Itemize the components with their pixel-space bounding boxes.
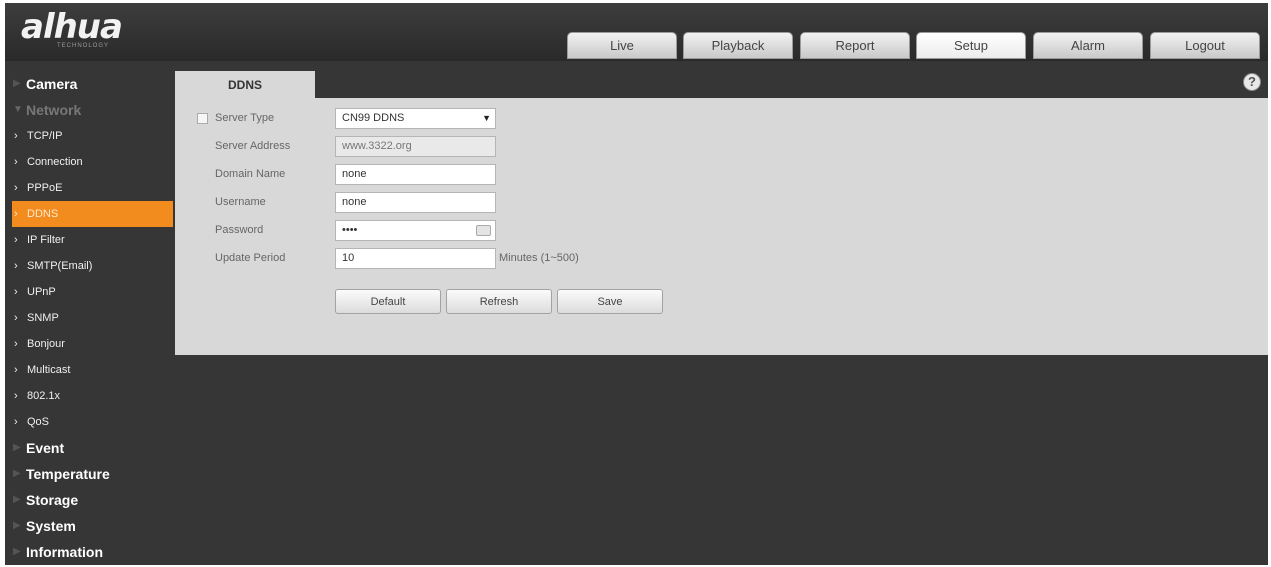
chevron-down-icon: ▼ (482, 113, 491, 123)
chevron-right-icon: › (14, 286, 18, 298)
password-value: •••• (342, 224, 358, 236)
triangle-right-icon: ▶ (13, 520, 21, 531)
sidebar-item-label: Connection (27, 156, 83, 168)
sidebar-item-bonjour[interactable]: › Bonjour (5, 331, 173, 357)
sidebar-item-label: Temperature (26, 466, 110, 482)
sidebar-item-smtp[interactable]: › SMTP(Email) (5, 253, 173, 279)
server-address-field: www.3322.org (335, 136, 496, 157)
chevron-right-icon: › (14, 364, 18, 376)
save-button[interactable]: Save (557, 289, 663, 314)
chevron-right-icon: › (14, 208, 18, 220)
nav-tab-alarm[interactable]: Alarm (1033, 32, 1143, 59)
sidebar-item-label: Bonjour (27, 338, 65, 350)
sidebar-item-storage[interactable]: ▶ Storage (5, 487, 173, 513)
triangle-down-icon: ▼ (13, 104, 23, 115)
sidebar-item-connection[interactable]: › Connection (5, 149, 173, 175)
domain-name-label: Domain Name (215, 168, 286, 180)
chevron-right-icon: › (14, 312, 18, 324)
update-period-input[interactable]: 10 (335, 248, 496, 269)
sidebar-item-label: Camera (26, 76, 78, 92)
password-input[interactable]: •••• (335, 220, 496, 241)
nav-tab-setup[interactable]: Setup (916, 32, 1026, 59)
chevron-right-icon: › (14, 416, 18, 428)
server-type-label: Server Type (215, 112, 275, 124)
server-type-value: CN99 DDNS (342, 112, 405, 124)
sidebar-item-camera[interactable]: ▶ Camera (5, 71, 173, 97)
app-window: alhua TECHNOLOGY Live Playback Report Se… (5, 3, 1268, 565)
ddns-settings-panel: Server Type CN99 DDNS ▼ Server Address w… (175, 98, 1268, 355)
sidebar-item-snmp[interactable]: › SNMP (5, 305, 173, 331)
sidebar-item-label: TCP/IP (27, 130, 63, 142)
chevron-right-icon: › (14, 390, 18, 402)
top-header: alhua TECHNOLOGY Live Playback Report Se… (5, 3, 1268, 61)
triangle-right-icon: ▶ (13, 468, 21, 479)
sidebar-item-label: Event (26, 440, 65, 456)
logo-wordmark: alhua (21, 7, 123, 47)
server-type-checkbox[interactable] (197, 113, 208, 124)
chevron-right-icon: › (14, 338, 18, 350)
sidebar-item-802-1x[interactable]: › 802.1x (5, 383, 173, 409)
sidebar-item-label: System (26, 518, 76, 534)
triangle-right-icon: ▶ (13, 442, 21, 453)
sidebar-item-ip-filter[interactable]: › IP Filter (5, 227, 173, 253)
sidebar-item-label: UPnP (27, 286, 56, 298)
update-period-unit: Minutes (1~500) (499, 252, 579, 264)
sidebar-item-event[interactable]: ▶ Event (5, 435, 173, 461)
triangle-right-icon: ▶ (13, 546, 21, 557)
sidebar-item-qos[interactable]: › QoS (5, 409, 173, 435)
sidebar-item-label: PPPoE (27, 182, 63, 194)
server-type-select[interactable]: CN99 DDNS ▼ (335, 108, 496, 129)
nav-tab-logout[interactable]: Logout (1150, 32, 1260, 59)
brand-logo: alhua TECHNOLOGY (21, 9, 171, 53)
nav-tab-playback[interactable]: Playback (683, 32, 793, 59)
keyboard-icon[interactable] (476, 225, 491, 236)
sidebar-item-pppoe[interactable]: › PPPoE (5, 175, 173, 201)
domain-name-input[interactable]: none (335, 164, 496, 185)
settings-sidebar: ▶ Camera ▼ Network › TCP/IP › Connection… (5, 71, 173, 565)
server-address-label: Server Address (215, 140, 291, 152)
sidebar-item-system[interactable]: ▶ System (5, 513, 173, 539)
sidebar-item-label: SNMP (27, 312, 59, 324)
triangle-right-icon: ▶ (13, 494, 21, 505)
update-period-label: Update Period (215, 252, 286, 264)
sidebar-item-multicast[interactable]: › Multicast (5, 357, 173, 383)
default-button[interactable]: Default (335, 289, 441, 314)
sidebar-item-ddns[interactable]: › DDNS (12, 201, 173, 227)
sidebar-item-label: 802.1x (27, 390, 61, 402)
logo-tagline: TECHNOLOGY (57, 43, 110, 49)
sidebar-item-label: Multicast (27, 364, 71, 376)
sidebar-item-information[interactable]: ▶ Information (5, 539, 173, 565)
sidebar-item-label: Network (26, 102, 82, 118)
nav-tab-report[interactable]: Report (800, 32, 910, 59)
sidebar-item-label: DDNS (27, 208, 59, 220)
sidebar-item-temperature[interactable]: ▶ Temperature (5, 461, 173, 487)
username-input[interactable]: none (335, 192, 496, 213)
password-label: Password (215, 224, 264, 236)
chevron-right-icon: › (14, 260, 18, 272)
refresh-button[interactable]: Refresh (446, 289, 552, 314)
sidebar-item-network[interactable]: ▼ Network (5, 97, 173, 123)
sidebar-item-upnp[interactable]: › UPnP (5, 279, 173, 305)
chevron-right-icon: › (14, 130, 18, 142)
sidebar-item-label: QoS (27, 416, 50, 428)
sidebar-item-tcpip[interactable]: › TCP/IP (5, 123, 173, 149)
chevron-right-icon: › (14, 234, 18, 246)
username-label: Username (215, 196, 266, 208)
nav-tab-live[interactable]: Live (567, 32, 677, 59)
sidebar-item-label: IP Filter (27, 234, 65, 246)
sidebar-item-label: Storage (26, 492, 79, 508)
chevron-right-icon: › (14, 182, 18, 194)
chevron-right-icon: › (14, 156, 18, 168)
help-circle-icon[interactable]: ? (1243, 73, 1261, 91)
triangle-right-icon: ▶ (13, 78, 21, 89)
tab-ddns[interactable]: DDNS (175, 71, 315, 98)
sidebar-item-label: SMTP(Email) (27, 260, 93, 272)
sidebar-item-label: Information (26, 544, 103, 560)
